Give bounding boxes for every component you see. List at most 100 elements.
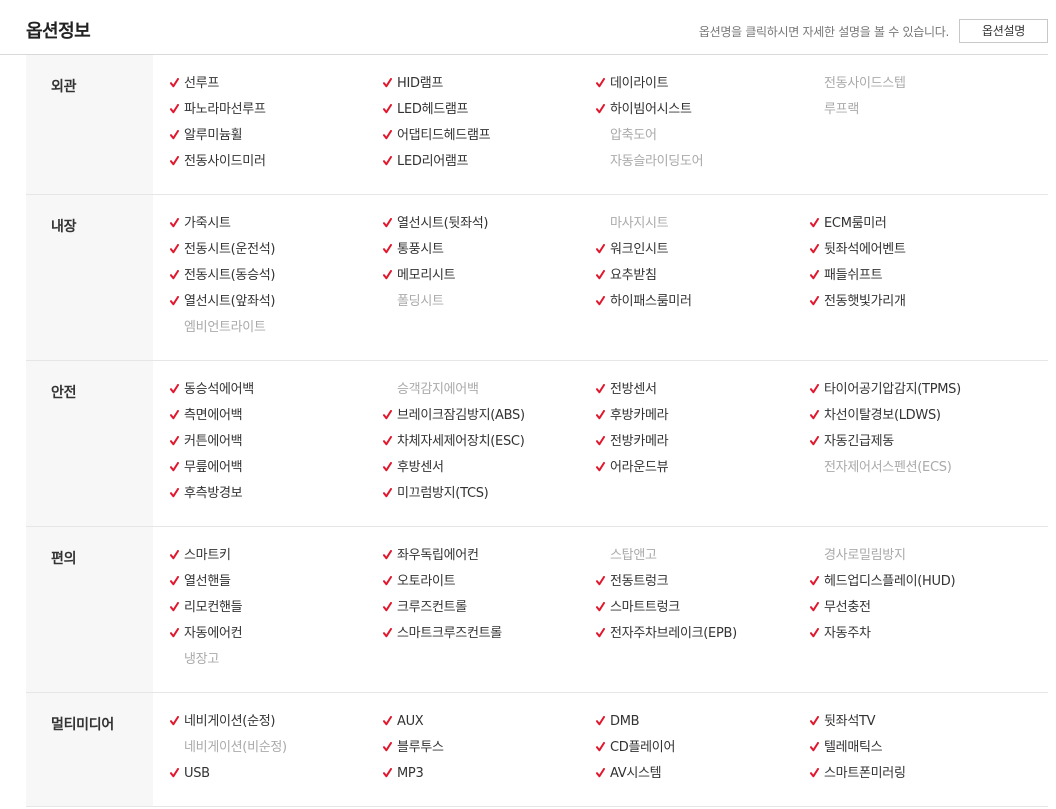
option-item[interactable]: CD플레이어 bbox=[596, 739, 675, 757]
option-item[interactable]: 타이어공기압감지(TPMS) bbox=[810, 381, 961, 399]
option-item[interactable]: 열선시트(앞좌석) bbox=[170, 293, 275, 311]
checkmark-icon bbox=[383, 628, 392, 638]
option-item[interactable]: 압축도어 bbox=[596, 127, 657, 145]
option-label: 뒷좌석에어벤트 bbox=[824, 242, 906, 257]
option-item[interactable]: 네비게이션(순정) bbox=[170, 713, 275, 731]
option-label: AUX bbox=[397, 714, 424, 729]
option-item[interactable]: 브레이크잠김방지(ABS) bbox=[383, 407, 525, 425]
option-item[interactable]: 무릎에어백 bbox=[170, 459, 243, 477]
checkmark-icon bbox=[596, 410, 605, 420]
option-item[interactable]: 텔레매틱스 bbox=[810, 739, 883, 757]
option-item[interactable]: 후측방경보 bbox=[170, 485, 243, 503]
option-item[interactable]: 알루미늄휠 bbox=[170, 127, 243, 145]
option-item[interactable]: HID램프 bbox=[383, 75, 443, 93]
option-item[interactable]: ECM룸미러 bbox=[810, 215, 887, 233]
option-item[interactable]: 자동긴급제동 bbox=[810, 433, 894, 451]
option-item[interactable]: 차체자세제어장치(ESC) bbox=[383, 433, 525, 451]
option-item[interactable]: 헤드업디스플레이(HUD) bbox=[810, 573, 956, 591]
option-item[interactable]: 요추받침 bbox=[596, 267, 657, 285]
option-item[interactable]: LED리어램프 bbox=[383, 153, 469, 171]
option-item[interactable]: 미끄럼방지(TCS) bbox=[383, 485, 489, 503]
checkmark-icon bbox=[810, 218, 819, 228]
option-item[interactable]: 차선이탈경보(LDWS) bbox=[810, 407, 941, 425]
option-item[interactable]: 파노라마선루프 bbox=[170, 101, 266, 119]
option-item[interactable]: 후방카메라 bbox=[596, 407, 669, 425]
option-item[interactable]: 블루투스 bbox=[383, 739, 444, 757]
option-item[interactable]: 자동슬라이딩도어 bbox=[596, 153, 704, 171]
option-item[interactable]: 전동사이드미러 bbox=[170, 153, 266, 171]
option-item[interactable]: 전동시트(동승석) bbox=[170, 267, 275, 285]
option-item[interactable]: 자동주차 bbox=[810, 625, 871, 643]
option-item[interactable]: LED헤드램프 bbox=[383, 101, 469, 119]
option-item[interactable]: 전동시트(운전석) bbox=[170, 241, 275, 259]
option-item[interactable]: 메모리시트 bbox=[383, 267, 456, 285]
option-item[interactable]: DMB bbox=[596, 713, 640, 731]
option-item[interactable]: 루프랙 bbox=[810, 101, 859, 119]
option-item[interactable]: 전동트렁크 bbox=[596, 573, 669, 591]
option-item[interactable]: 가죽시트 bbox=[170, 215, 231, 233]
option-description-button[interactable]: 옵션설명 bbox=[959, 19, 1048, 43]
option-label: 후방센서 bbox=[397, 460, 444, 475]
option-item[interactable]: 열선핸들 bbox=[170, 573, 231, 591]
checkmark-icon bbox=[383, 576, 392, 586]
option-item[interactable]: 마사지시트 bbox=[596, 215, 669, 233]
checkmark-icon bbox=[596, 384, 605, 394]
option-item[interactable]: 하이패스룸미러 bbox=[596, 293, 692, 311]
option-item[interactable]: 동승석에어백 bbox=[170, 381, 254, 399]
checkmark-icon bbox=[596, 270, 605, 280]
option-item[interactable]: 전동사이드스텝 bbox=[810, 75, 906, 93]
option-hint-text: 옵션명을 클릭하시면 자세한 설명을 볼 수 있습니다. bbox=[698, 25, 949, 39]
option-item[interactable]: 승객감지에어백 bbox=[383, 381, 479, 399]
option-label: 냉장고 bbox=[184, 652, 219, 667]
option-item[interactable]: 뒷좌석에어벤트 bbox=[810, 241, 906, 259]
option-item[interactable]: 스마트키 bbox=[170, 547, 231, 565]
option-item[interactable]: 전방카메라 bbox=[596, 433, 669, 451]
option-item[interactable]: 전자주차브레이크(EPB) bbox=[596, 625, 737, 643]
option-item[interactable]: 오토라이트 bbox=[383, 573, 456, 591]
option-label: 크루즈컨트롤 bbox=[397, 600, 467, 615]
option-item[interactable]: 전방센서 bbox=[596, 381, 657, 399]
option-item[interactable]: 전자제어서스펜션(ECS) bbox=[810, 459, 952, 477]
option-item[interactable]: 폴딩시트 bbox=[383, 293, 444, 311]
option-item[interactable]: 패들쉬프트 bbox=[810, 267, 883, 285]
option-item[interactable]: 통풍시트 bbox=[383, 241, 444, 259]
checkmark-icon bbox=[383, 218, 392, 228]
option-item[interactable]: 열선시트(뒷좌석) bbox=[383, 215, 488, 233]
option-item[interactable]: 엠비언트라이트 bbox=[170, 319, 266, 337]
option-item[interactable]: USB bbox=[170, 765, 210, 783]
option-item[interactable]: 하이빔어시스트 bbox=[596, 101, 692, 119]
option-item[interactable]: 리모컨핸들 bbox=[170, 599, 243, 617]
option-item[interactable]: 후방센서 bbox=[383, 459, 444, 477]
option-item[interactable]: 네비게이션(비순정) bbox=[170, 739, 287, 757]
option-item[interactable]: 스마트트렁크 bbox=[596, 599, 680, 617]
option-item[interactable]: 측면에어백 bbox=[170, 407, 243, 425]
checkmark-icon bbox=[596, 742, 605, 752]
option-item[interactable]: AUX bbox=[383, 713, 424, 731]
option-item[interactable]: 좌우독립에어컨 bbox=[383, 547, 479, 565]
option-item[interactable]: 스탑앤고 bbox=[596, 547, 657, 565]
option-item[interactable]: 커튼에어백 bbox=[170, 433, 243, 451]
option-item[interactable]: 선루프 bbox=[170, 75, 219, 93]
option-item[interactable]: 자동에어컨 bbox=[170, 625, 243, 643]
option-item[interactable]: 어라운드뷰 bbox=[596, 459, 669, 477]
option-item[interactable]: MP3 bbox=[383, 765, 424, 783]
option-item[interactable]: 워크인시트 bbox=[596, 241, 669, 259]
option-item[interactable]: 어댑티드헤드램프 bbox=[383, 127, 491, 145]
option-item[interactable]: 뒷좌석TV bbox=[810, 713, 876, 731]
option-label: 측면에어백 bbox=[184, 408, 243, 423]
option-item[interactable]: 경사로밀림방지 bbox=[810, 547, 906, 565]
option-item[interactable]: AV시스템 bbox=[596, 765, 662, 783]
page-title: 옵션정보 bbox=[26, 21, 91, 42]
option-item[interactable]: 스마트폰미러링 bbox=[810, 765, 906, 783]
option-label: 커튼에어백 bbox=[184, 434, 243, 449]
option-item[interactable]: 무선충전 bbox=[810, 599, 871, 617]
option-item[interactable]: 데이라이트 bbox=[596, 75, 669, 93]
checkmark-icon bbox=[810, 270, 819, 280]
option-item[interactable]: 냉장고 bbox=[170, 651, 219, 669]
option-label: 패들쉬프트 bbox=[824, 268, 883, 283]
option-label: 승객감지에어백 bbox=[397, 382, 479, 397]
option-item[interactable]: 스마트크루즈컨트롤 bbox=[383, 625, 502, 643]
checkmark-icon bbox=[170, 270, 179, 280]
option-item[interactable]: 전동햇빛가리개 bbox=[810, 293, 906, 311]
option-item[interactable]: 크루즈컨트롤 bbox=[383, 599, 467, 617]
